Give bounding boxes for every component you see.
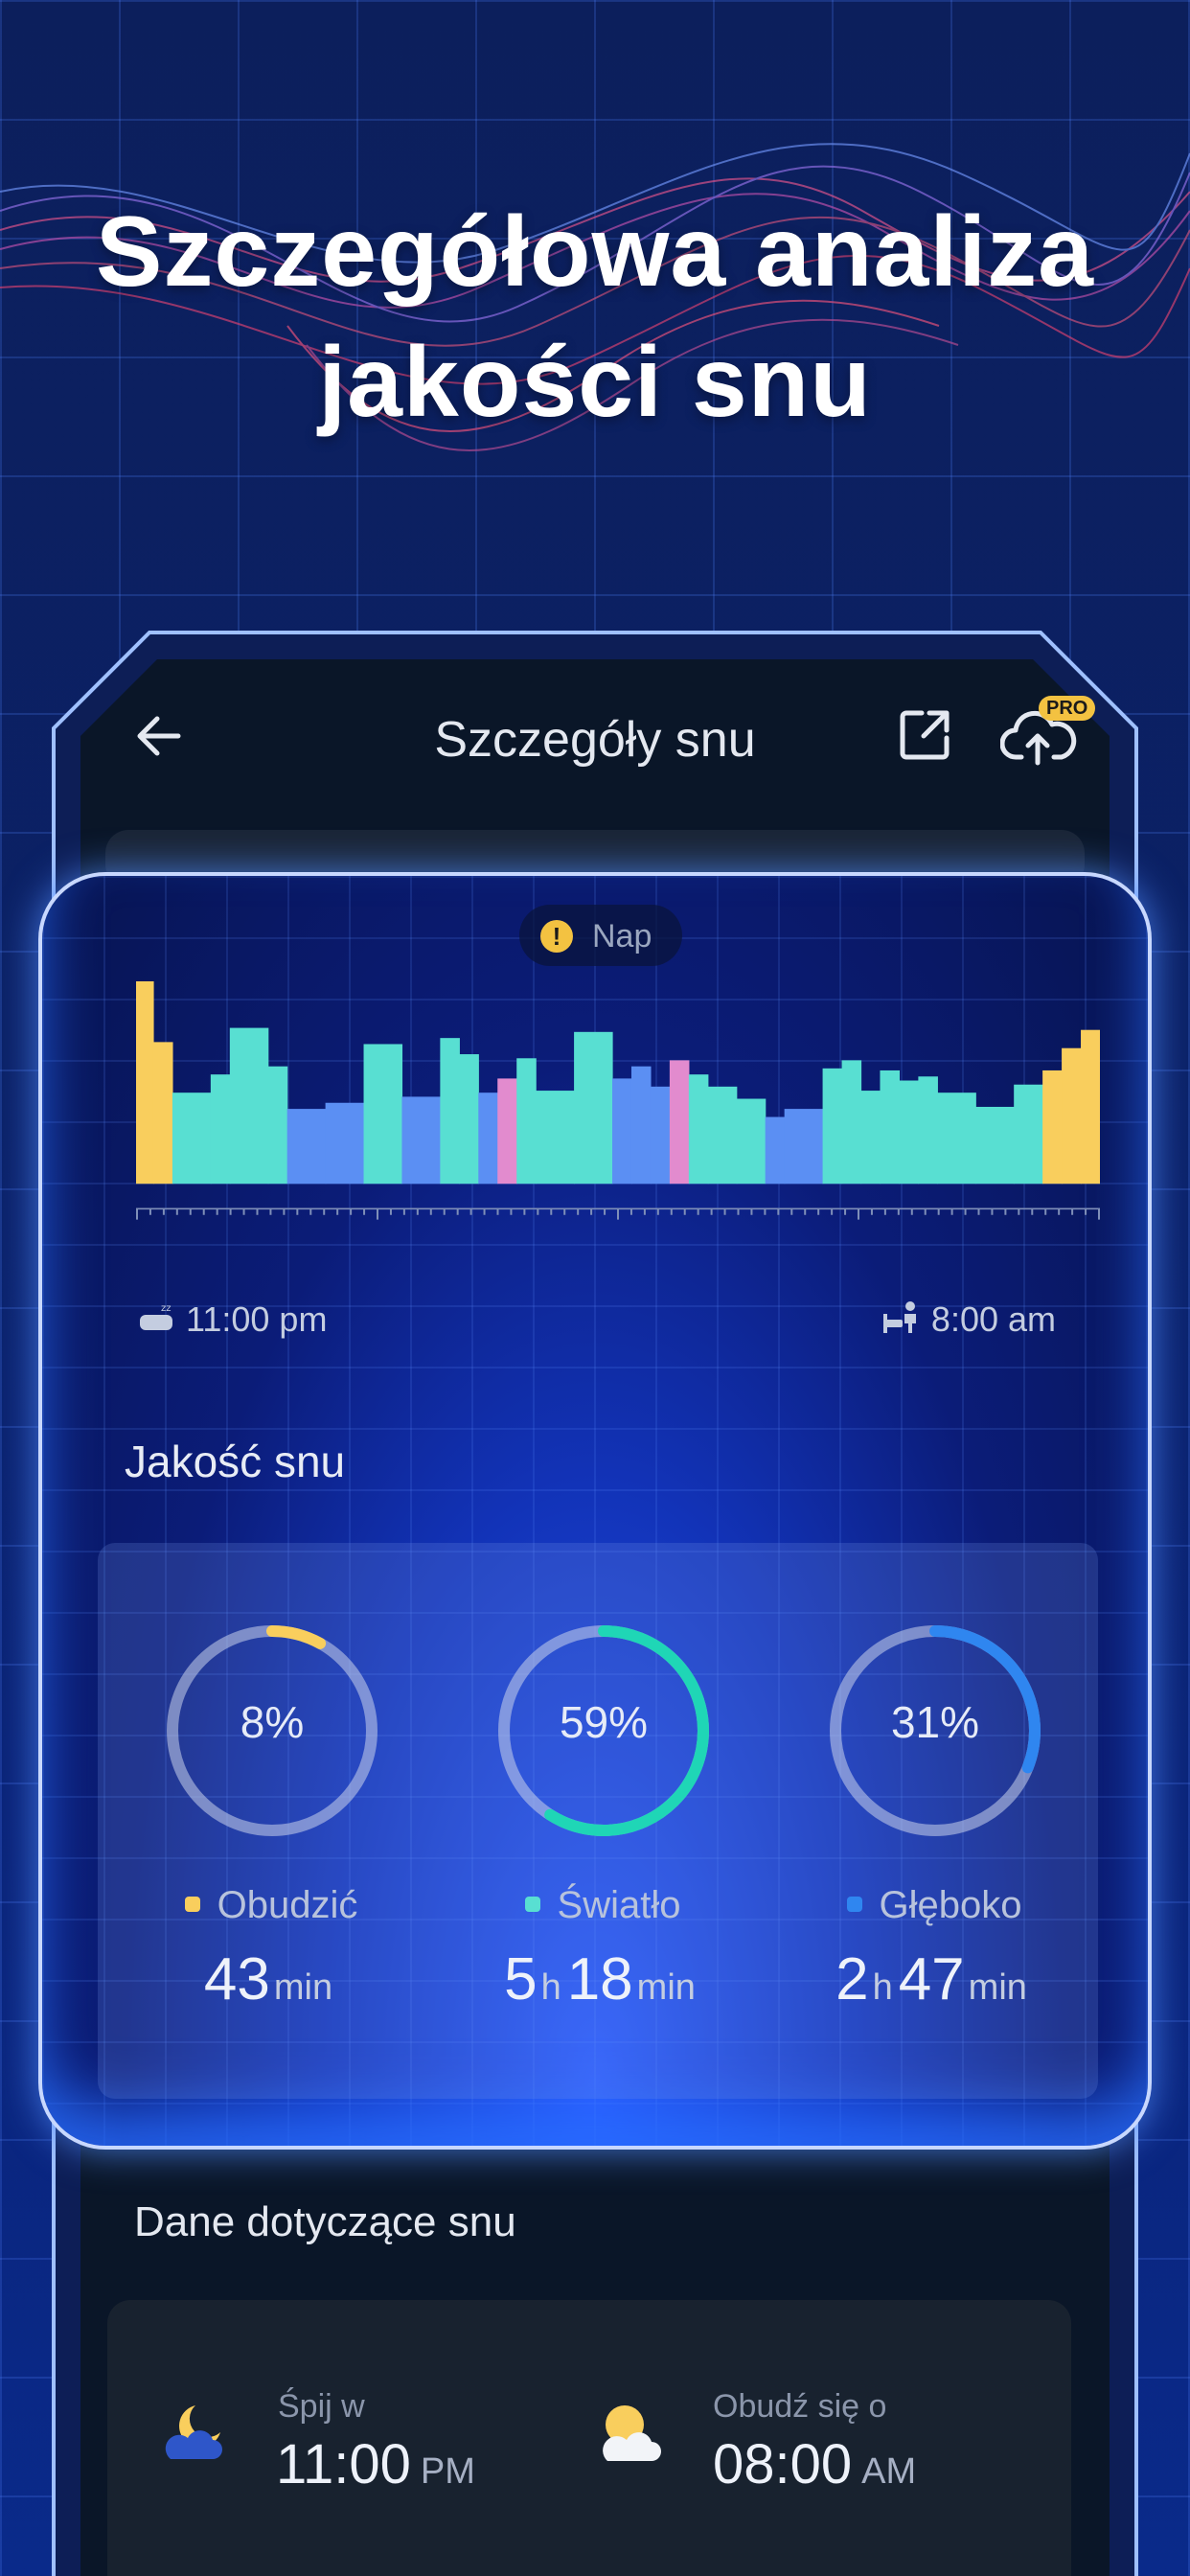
sleep-stage-bar-light	[937, 1092, 976, 1184]
nap-label: Nap	[592, 918, 652, 954]
sleep-stage-bar-light	[880, 1070, 901, 1184]
sleep-stage-bar-deep	[401, 1096, 441, 1184]
sleep-time: 11:00	[276, 2433, 411, 2496]
start-time: 11:00 pm	[186, 1300, 328, 1339]
awake-minutes: 43	[203, 1946, 270, 2012]
wake-time: 08:00	[713, 2433, 853, 2496]
light-hours: 5	[504, 1946, 538, 2012]
sleep-stage-bar-awake	[1062, 1047, 1082, 1184]
awake-label: Obudzić	[217, 1884, 358, 1926]
sleep-stage-chart	[136, 981, 1100, 1220]
wake-person-icon	[881, 1300, 922, 1335]
stat-awake: 8% Obudzić 43 min	[103, 1620, 429, 2060]
sleep-stage-bar-light	[860, 1091, 881, 1184]
deep-duration: 2 h47 min	[767, 1945, 1102, 2013]
sleep-analysis-card: ! Nap zz 11:00 pm 8:00 am Jakość snu 8% …	[38, 872, 1152, 2150]
deep-legend: Głęboko	[767, 1884, 1102, 1927]
nap-chip[interactable]: ! Nap	[519, 905, 682, 966]
end-time-label: 8:00 am	[881, 1300, 1056, 1340]
light-duration: 5 h18 min	[435, 1945, 770, 2013]
light-dot	[524, 1897, 540, 1913]
sleep-stage-bar-rem	[669, 1060, 690, 1184]
sleep-stage-bar-light	[229, 1027, 269, 1184]
sleep-stage-bar-light	[975, 1106, 1015, 1184]
sleep-stage-bar-light	[707, 1086, 738, 1184]
start-time-label: zz 11:00 pm	[138, 1300, 327, 1340]
deep-minutes-unit: min	[968, 1967, 1027, 2008]
moon-cloud-icon	[165, 2405, 222, 2459]
sleep-stage-bar-light	[918, 1076, 938, 1184]
sleep-stage-bar-deep	[784, 1109, 824, 1184]
app-header: Szczegóły snu PRO	[80, 690, 1110, 786]
sleep-stage-bar-light	[841, 1060, 862, 1184]
deep-hours-unit: h	[872, 1967, 893, 2008]
bed-icon: zz	[138, 1301, 176, 1334]
sleep-stage-bar-light	[536, 1091, 575, 1184]
sleep-stage-bar-light	[210, 1074, 231, 1184]
light-legend: Światło	[435, 1884, 770, 1927]
awake-percent: 8%	[240, 1697, 305, 1747]
light-minutes: 18	[566, 1946, 633, 2012]
deep-percent: 31%	[890, 1697, 980, 1747]
sleep-at-value: 11:00 PM	[276, 2432, 475, 2496]
warning-icon: !	[540, 920, 573, 953]
sleep-stage-bar-rem	[497, 1078, 517, 1184]
sleep-stage-bar-light	[736, 1098, 767, 1184]
sleep-stage-bar-light	[363, 1044, 403, 1184]
sleep-stage-bar-light	[1014, 1084, 1043, 1184]
light-percent: 59%	[559, 1697, 649, 1747]
light-hours-unit: h	[540, 1967, 561, 2008]
sleep-stage-bar-awake	[136, 981, 154, 1184]
light-label: Światło	[557, 1884, 681, 1926]
sleep-stage-bar-light	[899, 1080, 919, 1184]
sleep-stage-bar-deep	[630, 1066, 652, 1184]
awake-dot	[184, 1897, 200, 1913]
stat-deep: 31% Głęboko 2 h47 min	[767, 1620, 1092, 2060]
sleep-stage-bar-light	[516, 1058, 537, 1184]
sleep-stage-bar-awake	[152, 1042, 173, 1184]
sleep-stage-bar-deep	[286, 1109, 327, 1184]
sleep-stage-bar-light	[440, 1038, 460, 1184]
sleep-stage-bar-deep	[765, 1116, 786, 1184]
sleep-stage-bar-awake	[1081, 1029, 1100, 1184]
promo-headline: Szczegółowa analiza jakości snu	[0, 187, 1190, 448]
end-time: 8:00 am	[930, 1300, 1056, 1339]
sleep-stage-bar-light	[822, 1068, 843, 1184]
sleep-stage-bar-deep	[612, 1078, 632, 1184]
sleep-quality-panel: 8% Obudzić 43 min 59% Światło 5 h18 min 31%	[98, 1543, 1098, 2099]
wake-ampm: AM	[861, 2451, 917, 2492]
sleep-ampm: PM	[420, 2451, 475, 2492]
awake-duration: 43 min	[103, 1945, 439, 2013]
deep-label: Głęboko	[879, 1884, 1022, 1926]
deep-minutes: 47	[898, 1946, 965, 2012]
light-minutes-unit: min	[636, 1967, 696, 2008]
sleep-stage-bar-light	[267, 1066, 288, 1184]
sleep-data-title: Dane dotyczące snu	[134, 2198, 516, 2245]
sleep-stage-bar-light	[172, 1092, 212, 1184]
stat-light: 59% Światło 5 h18 min	[435, 1620, 761, 2060]
sleep-stage-bar-light	[459, 1054, 479, 1184]
sleep-stage-bar-deep	[650, 1086, 671, 1184]
sleep-stage-bar-awake	[1042, 1070, 1063, 1184]
sun-cloud-icon	[603, 2405, 661, 2461]
pro-badge: PRO	[1039, 696, 1096, 721]
wake-at-label: Obudź się o	[713, 2388, 887, 2425]
awake-minutes-unit: min	[273, 1967, 333, 2008]
sleep-stage-bar-light	[574, 1031, 613, 1184]
awake-legend: Obudzić	[103, 1884, 439, 1927]
sleep-stage-bar-light	[688, 1074, 709, 1184]
promo-headline-text: Szczegółowa analiza jakości snu	[96, 196, 1094, 438]
sleep-times-card[interactable]: Śpij w 11:00 PM Obudź się o 08:00 AM	[107, 2300, 1071, 2576]
sleep-at-label: Śpij w	[278, 2388, 365, 2425]
svg-text:zz: zz	[161, 1303, 172, 1314]
sleep-quality-title: Jakość snu	[125, 1437, 346, 1486]
sleep-stage-bar-deep	[325, 1102, 365, 1184]
wake-at-value: 08:00 AM	[713, 2432, 916, 2496]
sleep-stage-bar-deep	[478, 1092, 498, 1184]
share-export-icon[interactable]	[895, 703, 956, 765]
deep-hours: 2	[835, 1946, 869, 2012]
deep-dot	[846, 1897, 862, 1913]
